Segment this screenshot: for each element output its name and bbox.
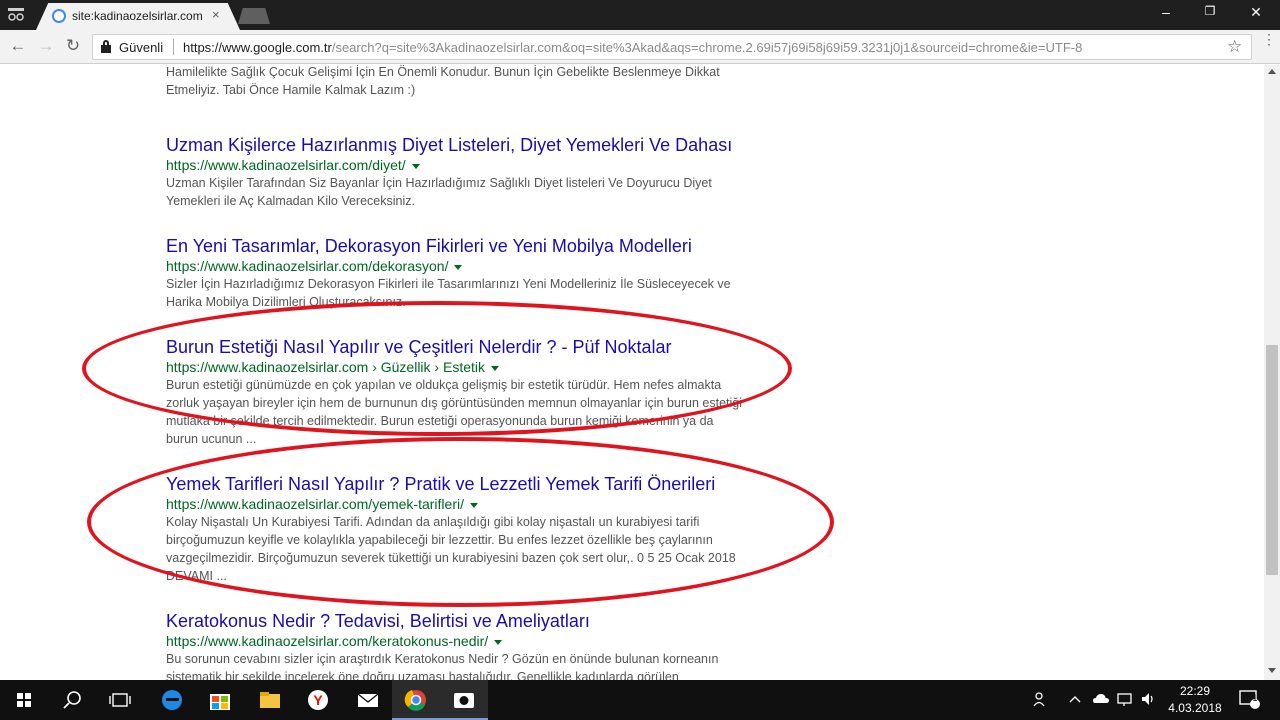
lock-icon (101, 40, 111, 53)
search-result: Hamilelikte Sağlık Çocuk Gelişimi İçin E… (166, 65, 766, 99)
result-url: https://www.kadinaozelsirlar.com/keratok… (166, 632, 766, 650)
scroll-up-arrow-icon[interactable] (1268, 69, 1276, 74)
result-title-link[interactable]: Uzman Kişilerce Hazırlanmış Diyet Listel… (166, 134, 766, 156)
result-menu-caret-icon[interactable] (411, 163, 420, 169)
browser-toolbar: ← → ↻ Güvenli https://www.google.com.tr/… (0, 30, 1280, 64)
new-tab-button[interactable] (238, 8, 270, 24)
tab-close-icon[interactable]: × (212, 7, 220, 22)
svg-text:Y: Y (313, 692, 323, 708)
tab-active[interactable]: site:kadinaozelsirlar.com × (36, 3, 240, 30)
windows-taskbar: Y 22:29 4.03.2018 1 (0, 680, 1280, 720)
reload-button[interactable]: ↻ (62, 37, 84, 55)
browser-titlebar: site:kadinaozelsirlar.com × – ❐ ✕ (0, 0, 1280, 30)
people-icon[interactable] (1032, 690, 1050, 711)
windows-start-icon[interactable] (0, 680, 48, 720)
notification-count: 1 (1252, 693, 1258, 703)
omnibox-separator (173, 39, 174, 55)
network-icon[interactable] (1116, 690, 1134, 711)
screen: site:kadinaozelsirlar.com × – ❐ ✕ ← → ↻ … (0, 0, 1280, 720)
red-highlight-ellipse (87, 437, 834, 607)
camera-app-icon[interactable] (440, 680, 488, 720)
result-snippet-line: Yemekleri ile Aç Kalmadan Kilo Vereceksi… (166, 194, 415, 208)
result-snippet-line: sistematik bir şekilde incelerek öne doğ… (166, 670, 679, 680)
secure-label: Güvenli (119, 40, 164, 55)
forward-button[interactable]: → (35, 37, 57, 55)
task-view-icon[interactable] (96, 680, 144, 720)
incognito-icon (6, 6, 28, 24)
edge-icon[interactable] (148, 680, 196, 720)
chevron-up-icon[interactable] (1068, 690, 1082, 711)
result-url-text: https://www.kadinaozelsirlar.com/dekoras… (166, 258, 449, 274)
clock-time: 22:29 (1179, 684, 1211, 698)
search-result: Uzman Kişilerce Hazırlanmış Diyet Listel… (166, 134, 766, 210)
file-explorer-icon[interactable] (246, 680, 294, 720)
result-menu-caret-icon[interactable] (454, 264, 463, 270)
result-snippet-line: Bu sorunun cevabını sizler için araştırd… (166, 652, 719, 666)
url-host: https://www.google.com.tr (183, 40, 332, 55)
result-snippet-line: Uzman Kişiler Tarafından Siz Bayanlar İç… (166, 176, 712, 190)
onedrive-cloud-icon[interactable] (1092, 690, 1110, 711)
minimize-button[interactable]: – (1146, 4, 1186, 20)
red-highlight-ellipse (82, 301, 792, 436)
result-title-link[interactable]: Keratokonus Nedir ? Tedavisi, Belirtisi … (166, 610, 766, 632)
result-menu-caret-icon[interactable] (494, 639, 503, 645)
result-url-text: https://www.kadinaozelsirlar.com/keratok… (166, 633, 489, 649)
mail-icon[interactable] (344, 680, 392, 720)
result-snippet-line: Etmeliyiz. Tabi Önce Hamile Kalmak Lazım… (166, 83, 416, 97)
action-center-icon[interactable]: 1 (1238, 689, 1262, 714)
yandex-icon[interactable]: Y (294, 680, 342, 720)
url-text[interactable]: https://www.google.com.tr/search?q=site%… (183, 40, 1213, 55)
scroll-thumb[interactable] (1266, 345, 1278, 575)
search-results-page: Hamilelikte Sağlık Çocuk Gelişimi İçin E… (0, 65, 1264, 680)
back-button[interactable]: ← (7, 37, 29, 55)
chrome-menu-icon[interactable]: ⋮ (1262, 32, 1276, 46)
result-url: https://www.kadinaozelsirlar.com/dekoras… (166, 257, 766, 275)
scroll-down-arrow-icon[interactable] (1268, 668, 1276, 673)
restore-button[interactable]: ❐ (1190, 4, 1230, 18)
result-snippet-line: Sizler İçin Hazırladığımız Dekorasyon Fi… (166, 277, 731, 291)
url-path: /search?q=site%3Akadinaozelsirlar.com&oq… (331, 40, 1083, 55)
clock-date: 4.03.2018 (1168, 701, 1222, 715)
search-result: En Yeni Tasarımlar, Dekorasyon Fikirleri… (166, 235, 766, 311)
page-scrollbar[interactable] (1264, 65, 1280, 680)
bookmark-star-icon[interactable]: ☆ (1227, 37, 1242, 57)
tab-title: site:kadinaozelsirlar.com (72, 9, 202, 23)
google-favicon-icon (52, 9, 66, 23)
volume-icon[interactable] (1140, 690, 1158, 711)
search-icon[interactable] (48, 680, 96, 720)
result-url: https://www.kadinaozelsirlar.com/diyet/ (166, 156, 766, 174)
chrome-icon[interactable] (392, 680, 440, 720)
store-icon[interactable] (196, 680, 244, 720)
search-result: Keratokonus Nedir ? Tedavisi, Belirtisi … (166, 610, 766, 680)
system-clock[interactable]: 22:29 4.03.2018 (1166, 683, 1224, 717)
result-snippet-line: Hamilelikte Sağlık Çocuk Gelişimi İçin E… (166, 65, 720, 79)
result-url-text: https://www.kadinaozelsirlar.com/diyet/ (166, 157, 406, 173)
result-title-link[interactable]: En Yeni Tasarımlar, Dekorasyon Fikirleri… (166, 235, 766, 257)
address-bar[interactable]: Güvenli https://www.google.com.tr/search… (92, 34, 1252, 60)
close-window-button[interactable]: ✕ (1236, 4, 1276, 21)
